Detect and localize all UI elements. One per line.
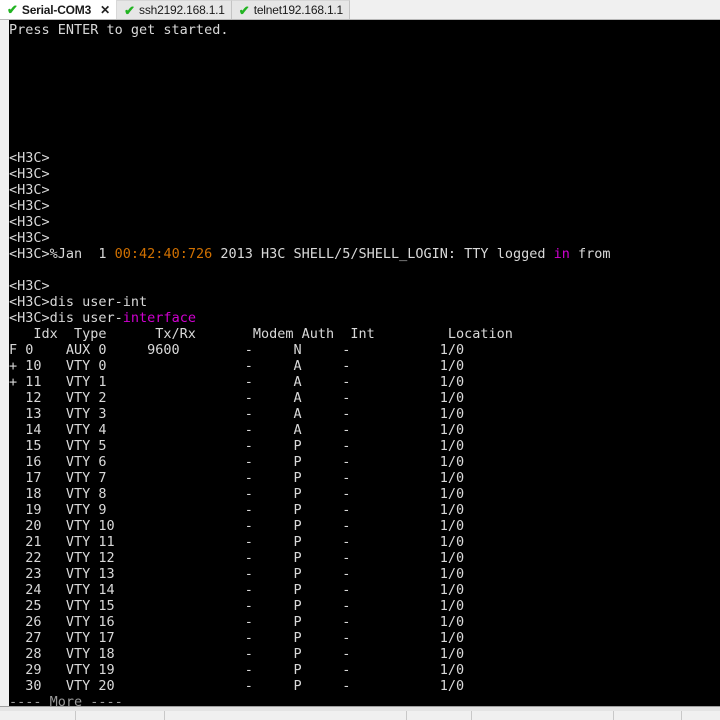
status-bar-separator	[406, 711, 407, 720]
terminal-line-prompt: <H3C>	[9, 150, 50, 166]
tab-serial-com3[interactable]: ✔ Serial-COM3 ✕	[0, 0, 118, 19]
terminal-panel: Press ENTER to get started. <H3C> <H3C> <H…	[0, 19, 720, 706]
terminal-line-prompt: <H3C>	[9, 166, 50, 182]
status-bar-separator	[471, 711, 472, 720]
tab-ssh2192-168-1-1[interactable]: ✔ ssh2192.168.1.1	[117, 0, 232, 19]
tab-telnet192-168-1-1[interactable]: ✔ telnet192.168.1.1	[231, 0, 351, 19]
more-prompt: ---- More ----	[9, 694, 123, 706]
tab-bar: ✔ Serial-COM3 ✕ ✔ ssh2192.168.1.1 ✔ teln…	[0, 0, 720, 19]
status-bar-separator	[75, 711, 76, 720]
status-bar-separator	[613, 711, 614, 720]
table-row: 17 VTY 7 - P - 1/0	[9, 470, 465, 486]
table-row: 25 VTY 15 - P - 1/0	[9, 598, 465, 614]
terminal-output[interactable]: Press ENTER to get started. <H3C> <H3C> <H…	[9, 20, 720, 706]
terminal-line-prompt: <H3C>	[9, 278, 50, 294]
table-row: 16 VTY 6 - P - 1/0	[9, 454, 465, 470]
terminal-line-intro: Press ENTER to get started.	[9, 22, 229, 38]
check-icon: ✔	[7, 2, 18, 17]
close-icon[interactable]: ✕	[100, 4, 110, 16]
table-row: 22 VTY 12 - P - 1/0	[9, 550, 465, 566]
terminal-line-prompt: <H3C>	[9, 198, 50, 214]
table-row: 23 VTY 13 - P - 1/0	[9, 566, 465, 582]
check-icon: ✔	[124, 2, 136, 18]
table-row: 12 VTY 2 - A - 1/0	[9, 390, 465, 406]
table-row: 29 VTY 19 - P - 1/0	[9, 662, 465, 678]
status-bar-shade	[0, 707, 720, 711]
table-row: 26 VTY 16 - P - 1/0	[9, 614, 465, 630]
terminal-application-window: ✔ Serial-COM3 ✕ ✔ ssh2192.168.1.1 ✔ teln…	[0, 0, 720, 720]
table-row: + 10 VTY 0 - A - 1/0	[9, 358, 465, 374]
terminal-line-prompt: <H3C>	[9, 230, 50, 246]
check-icon: ✔	[238, 2, 250, 18]
status-bar-separator	[164, 711, 165, 720]
table-row: + 11 VTY 1 - A - 1/0	[9, 374, 465, 390]
status-bar-separator	[681, 711, 682, 720]
table-row: 15 VTY 5 - P - 1/0	[9, 438, 465, 454]
status-bar	[0, 706, 720, 720]
table-row: F 0 AUX 0 9600 - N - 1/0	[9, 342, 465, 358]
tab-label: telnet192.168.1.1	[253, 3, 344, 17]
table-row: 20 VTY 10 - P - 1/0	[9, 518, 465, 534]
terminal-line-log: <H3C>%Jan 1 00:42:40:726 2013 H3C SHELL/…	[9, 246, 611, 262]
table-row: 14 VTY 4 - A - 1/0	[9, 422, 465, 438]
table-row: 30 VTY 20 - P - 1/0	[9, 678, 465, 694]
terminal-line-command: <H3C>dis user-interface	[9, 310, 196, 326]
tab-label: Serial-COM3	[21, 2, 92, 17]
table-row: 13 VTY 3 - A - 1/0	[9, 406, 465, 422]
terminal-line-prompt: <H3C>	[9, 182, 50, 198]
table-header-row: Idx Type Tx/Rx Modem Auth Int Location	[9, 326, 513, 342]
terminal-line-prompt: <H3C>	[9, 214, 50, 230]
table-row: 24 VTY 14 - P - 1/0	[9, 582, 465, 598]
terminal-line-command: <H3C>dis user-int	[9, 294, 148, 310]
table-row: 18 VTY 8 - P - 1/0	[9, 486, 465, 502]
table-row: 28 VTY 18 - P - 1/0	[9, 646, 465, 662]
table-row: 19 VTY 9 - P - 1/0	[9, 502, 465, 518]
tab-label: ssh2192.168.1.1	[139, 3, 225, 17]
table-row: 21 VTY 11 - P - 1/0	[9, 534, 465, 550]
table-row: 27 VTY 17 - P - 1/0	[9, 630, 465, 646]
